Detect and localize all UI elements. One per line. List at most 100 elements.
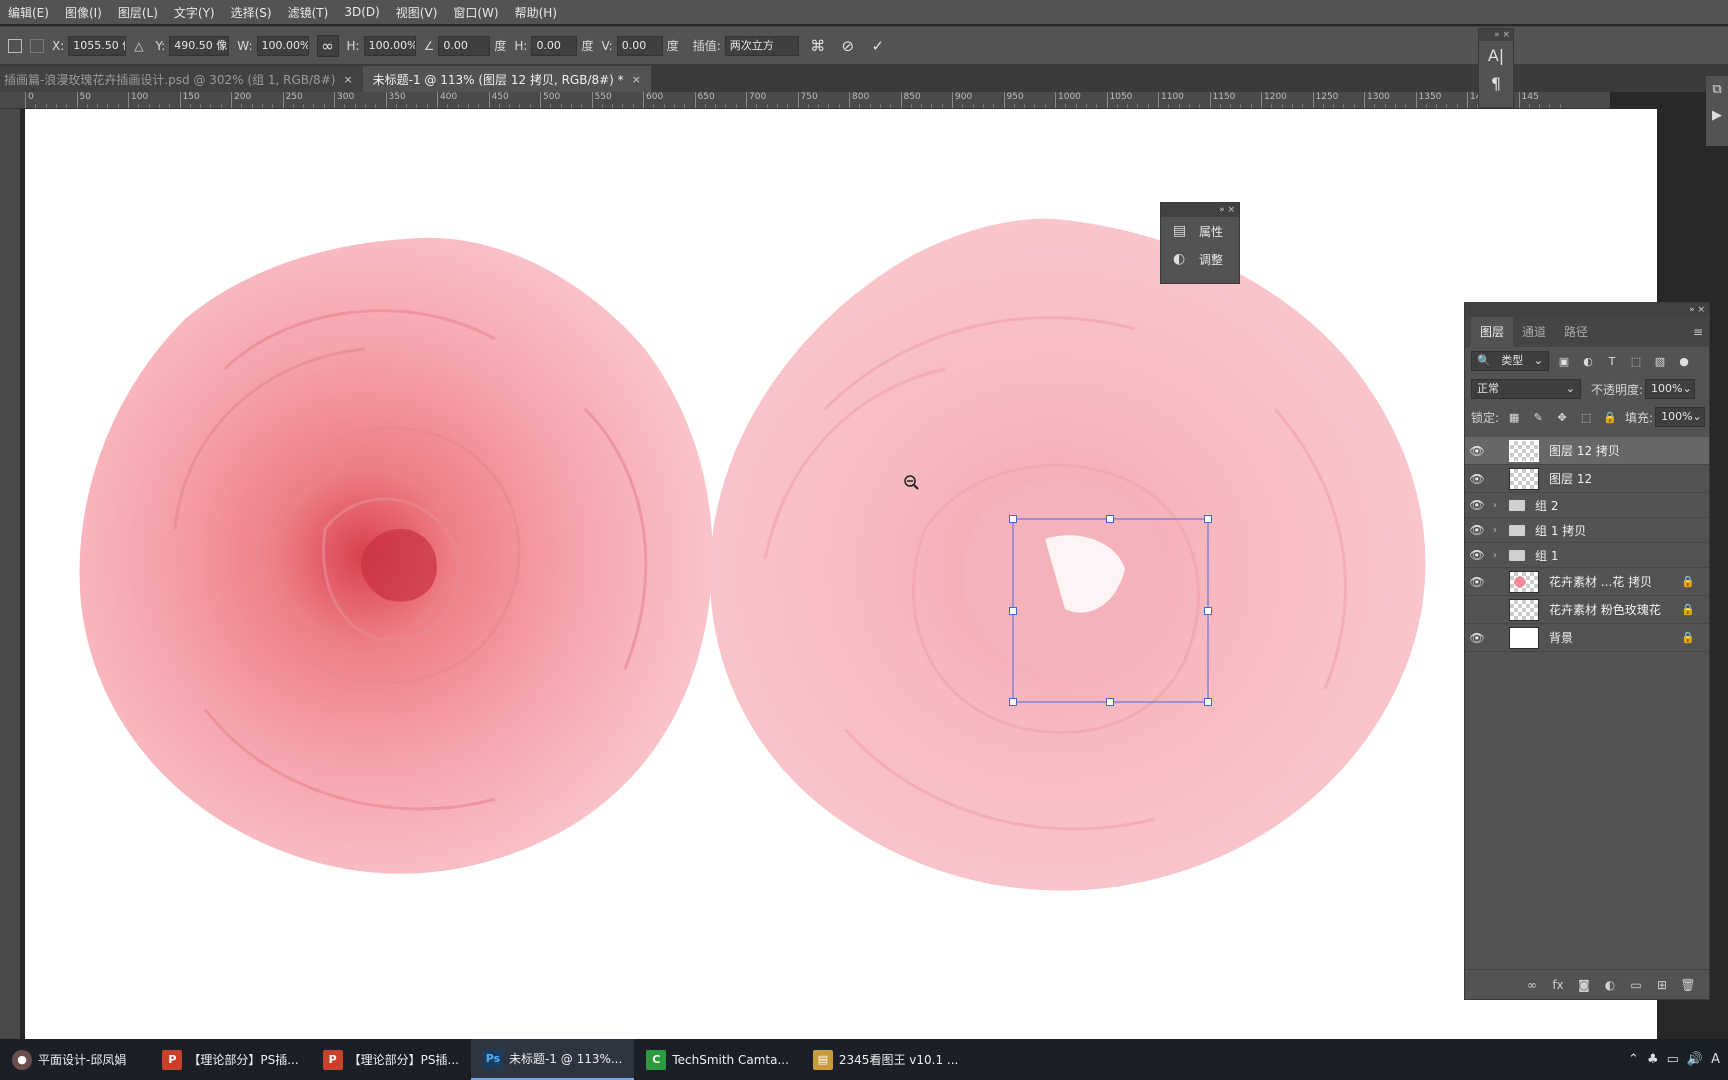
expand-arrow-icon[interactable]: › — [1489, 550, 1501, 561]
lock-artboard-icon[interactable]: ⬚ — [1577, 411, 1595, 424]
visibility-eye-icon[interactable]: 👁 — [1465, 472, 1489, 486]
menu-window[interactable]: 窗口(W) — [445, 4, 506, 21]
new-group-icon[interactable]: ▭ — [1623, 978, 1649, 992]
width-input[interactable]: 100.00% — [256, 35, 309, 56]
visibility-eye-icon[interactable]: 👁 — [1465, 575, 1489, 589]
transform-handle[interactable] — [1204, 607, 1212, 615]
delete-layer-icon[interactable]: 🗑 — [1675, 978, 1701, 992]
lock-move-icon[interactable]: ✥ — [1553, 411, 1571, 424]
fx-icon[interactable]: fx — [1545, 978, 1571, 992]
height-input[interactable]: 100.00% — [363, 35, 416, 56]
commit-transform-icon[interactable]: ✓ — [867, 35, 889, 57]
angle-input[interactable]: 0.00 — [438, 35, 491, 56]
lock-transparent-icon[interactable]: ▦ — [1505, 411, 1523, 424]
menu-type[interactable]: 文字(Y) — [166, 4, 223, 21]
transform-handle[interactable] — [1106, 515, 1114, 523]
visibility-eye-icon[interactable]: 👁 — [1465, 523, 1489, 537]
transform-handle[interactable] — [1009, 698, 1017, 706]
taskbar-item[interactable]: C TechSmith Camta... — [634, 1039, 801, 1080]
tab-channels[interactable]: 通道 — [1513, 317, 1555, 347]
adjustment-layer-icon[interactable]: ◐ — [1597, 978, 1623, 992]
warp-icon[interactable]: ⌘ — [807, 35, 829, 57]
filter-adjustment-icon[interactable]: ◐ — [1579, 355, 1597, 368]
menu-image[interactable]: 图像(I) — [57, 4, 110, 21]
history-icon[interactable]: ⧉ — [1706, 76, 1728, 102]
filter-type-icon[interactable]: T — [1603, 355, 1621, 368]
cancel-transform-icon[interactable]: ⊘ — [837, 35, 859, 57]
lock-all-icon[interactable]: 🔒 — [1601, 411, 1619, 424]
v-skew-input[interactable]: 0.00 — [616, 35, 663, 56]
canvas[interactable] — [25, 109, 1657, 1039]
filter-shape-icon[interactable]: ⬚ — [1627, 355, 1645, 368]
layer-row[interactable]: 👁 花卉素材 粉色玫瑰花 🔒 — [1465, 596, 1709, 624]
transform-handle[interactable] — [1204, 515, 1212, 523]
interpolation-select[interactable]: 两次立方 — [724, 35, 799, 56]
tab-paths[interactable]: 路径 — [1555, 317, 1597, 347]
paragraph-icon[interactable]: ¶ — [1479, 69, 1513, 97]
app-tray-icon[interactable]: ♣ — [1647, 1052, 1659, 1067]
menu-edit[interactable]: 编辑(E) — [0, 4, 57, 21]
folder-icon — [1509, 499, 1525, 511]
expand-arrow-icon[interactable]: › — [1489, 500, 1501, 511]
volume-icon[interactable]: 🔊 — [1687, 1052, 1703, 1067]
fill-input[interactable]: 100% ⌄ — [1655, 407, 1706, 427]
close-icon[interactable]: × — [632, 73, 641, 86]
visibility-eye-hidden-icon[interactable]: 👁 — [1465, 603, 1489, 617]
transform-handle[interactable] — [1106, 698, 1114, 706]
transform-handle[interactable] — [1204, 698, 1212, 706]
character-icon[interactable]: A| — [1479, 41, 1513, 69]
tab-layers[interactable]: 图层 — [1471, 317, 1514, 347]
network-icon[interactable]: ▭ — [1667, 1052, 1679, 1067]
lock-paint-icon[interactable]: ✎ — [1529, 411, 1547, 424]
taskbar-item[interactable]: P 【理论部分】PS插... — [311, 1039, 471, 1080]
filter-toggle-icon[interactable]: ● — [1675, 355, 1693, 368]
expand-arrow-icon[interactable]: › — [1489, 525, 1501, 536]
taskbar-item[interactable]: Ps 未标题-1 @ 113%... — [470, 1039, 635, 1080]
h-skew-input[interactable]: 0.00 — [531, 35, 578, 56]
layer-row[interactable]: 👁 图层 12 — [1465, 465, 1709, 493]
chevron-up-icon[interactable]: ⌃ — [1628, 1052, 1639, 1067]
link-icon[interactable]: ∞ — [316, 34, 339, 57]
layer-group-row[interactable]: 👁 › 组 1 — [1465, 543, 1709, 568]
add-mask-icon[interactable]: ◙ — [1571, 978, 1597, 992]
layer-group-row[interactable]: 👁 › 组 2 — [1465, 493, 1709, 518]
menu-filter[interactable]: 滤镜(T) — [280, 4, 337, 21]
visibility-eye-icon[interactable]: 👁 — [1465, 631, 1489, 645]
opacity-input[interactable]: 100% ⌄ — [1645, 379, 1696, 399]
x-input[interactable]: 1055.50 像 — [68, 35, 127, 56]
layer-row[interactable]: 👁 花卉素材 ...花 拷贝 🔒 — [1465, 568, 1709, 596]
y-input[interactable]: 490.50 像素 — [169, 35, 230, 56]
panel-menu-icon[interactable]: ≡ — [1693, 317, 1703, 347]
menu-view[interactable]: 视图(V) — [388, 4, 446, 21]
taskbar-item[interactable]: P 【理论部分】PS插... — [150, 1039, 310, 1080]
taskbar-item[interactable]: ● 平面设计-邱凤娟 — [0, 1039, 138, 1080]
blend-mode-select[interactable]: 正常 ⌄ — [1471, 379, 1581, 399]
taskbar-item[interactable]: ▤ 2345看图王 v10.1 ... — [801, 1039, 970, 1080]
visibility-eye-icon[interactable]: 👁 — [1465, 444, 1489, 458]
properties-item[interactable]: ▤ 属性 — [1161, 217, 1239, 245]
menu-3d[interactable]: 3D(D) — [336, 5, 387, 19]
filter-kind-select[interactable]: 🔍 类型 ⌄ — [1471, 351, 1549, 371]
transform-handle[interactable] — [1009, 607, 1017, 615]
menu-help[interactable]: 帮助(H) — [507, 4, 565, 21]
visibility-eye-icon[interactable]: 👁 — [1465, 498, 1489, 512]
transform-handle[interactable] — [1009, 515, 1017, 523]
layer-row[interactable]: 👁 图层 12 拷贝 — [1465, 437, 1709, 465]
filter-pixel-icon[interactable]: ▣ — [1555, 355, 1573, 368]
tab-document-1[interactable]: 插画篇-浪漫玫瑰花卉插画设计.psd @ 302% (组 1, RGB/8#) … — [0, 66, 363, 92]
link-layers-icon[interactable]: ∞ — [1519, 978, 1545, 992]
layer-row[interactable]: 👁 背景 🔒 — [1465, 624, 1709, 652]
filter-smart-icon[interactable]: ▧ — [1651, 355, 1669, 368]
visibility-eye-icon[interactable]: 👁 — [1465, 548, 1489, 562]
menu-select[interactable]: 选择(S) — [223, 4, 280, 21]
reference-point-toggle[interactable] — [8, 38, 22, 53]
play-icon[interactable]: ▶ — [1706, 102, 1728, 128]
layer-group-row[interactable]: 👁 › 组 1 拷贝 — [1465, 518, 1709, 543]
new-layer-icon[interactable]: ⊞ — [1649, 978, 1675, 992]
reference-point-locator[interactable] — [30, 38, 44, 53]
menu-layer[interactable]: 图层(L) — [110, 4, 166, 21]
tab-document-2[interactable]: 未标题-1 @ 113% (图层 12 拷贝, RGB/8#) * × — [362, 66, 651, 92]
adjustments-item[interactable]: ◐ 调整 — [1161, 245, 1239, 273]
input-method-icon[interactable]: A — [1711, 1052, 1720, 1067]
close-icon[interactable]: × — [343, 73, 352, 86]
